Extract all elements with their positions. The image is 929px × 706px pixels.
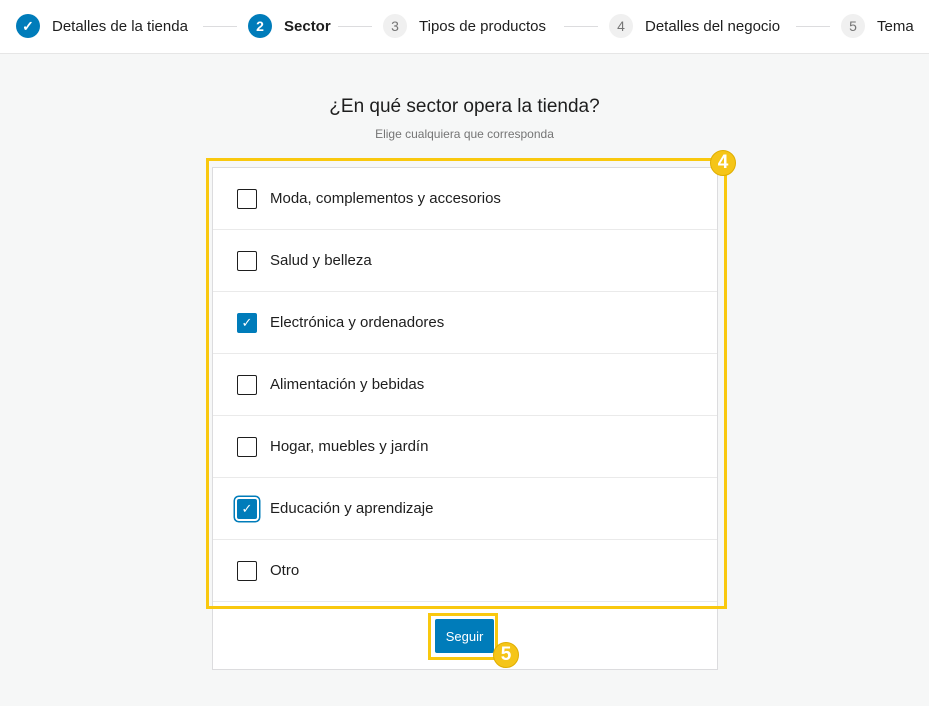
step-label: Sector [284,17,331,35]
page-subtitle: Elige cualquiera que corresponda [375,127,554,141]
options-badge: 4 [710,150,736,176]
button-badge: 5 [493,642,519,668]
step-divider [564,26,598,27]
step-store-details: ✓ Detalles de la tienda [16,14,188,38]
step-divider [796,26,830,27]
check-icon: ✓ [16,14,40,38]
step-business-details: 4 Detalles del negocio [609,14,780,38]
step-number: 4 [609,14,633,38]
stepper: ✓ Detalles de la tienda 2 Sector 3 Tipos… [0,0,929,54]
step-label: Detalles de la tienda [52,17,188,35]
step-number: 3 [383,14,407,38]
step-number: 5 [841,14,865,38]
step-theme: 5 Tema [841,14,914,38]
step-divider [203,26,237,27]
options-highlight [206,158,727,609]
step-number: 2 [248,14,272,38]
step-label: Tipos de productos [419,17,547,35]
step-label: Detalles del negocio [645,17,781,35]
step-product-types: 3 Tipos de productos [383,14,546,38]
step-label: Tema [877,17,914,35]
step-divider [338,26,372,27]
button-highlight [428,613,498,660]
page-title: ¿En qué sector opera la tienda? [329,96,600,117]
step-sector: 2 Sector [248,14,331,38]
